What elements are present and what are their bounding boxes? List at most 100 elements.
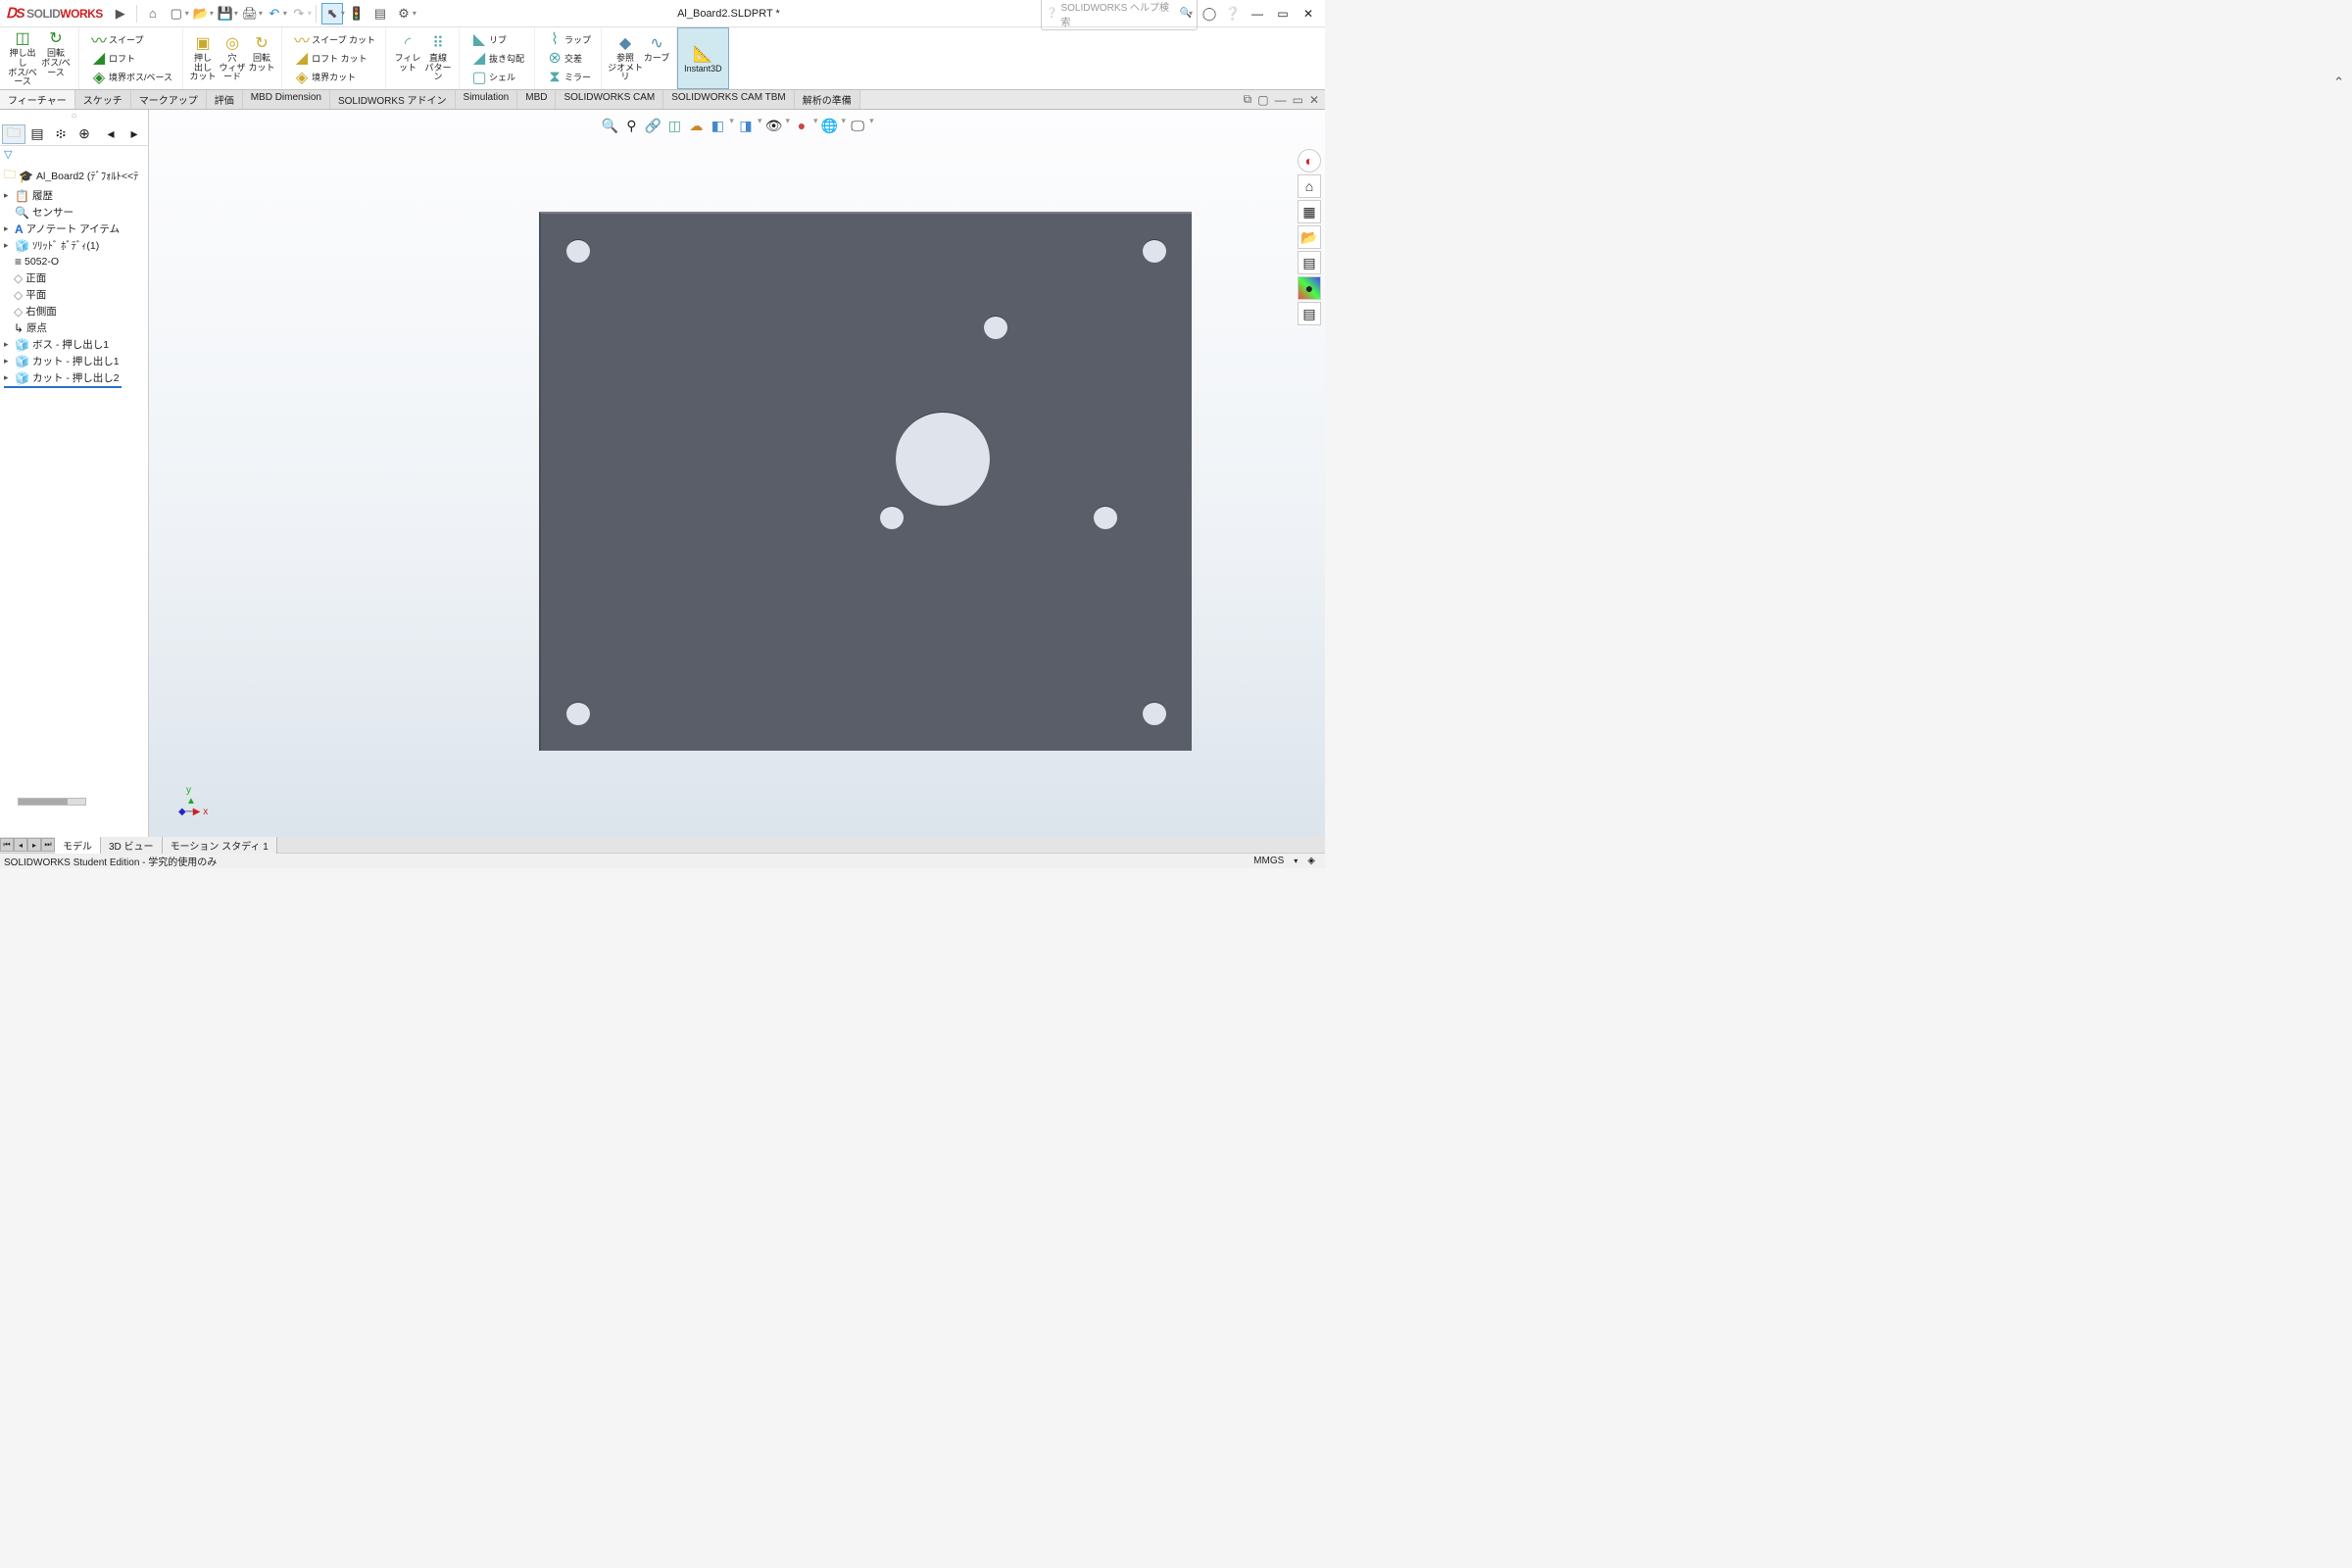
instant3d-button[interactable]: 📐Instant3D	[677, 27, 729, 89]
scene-icon[interactable]: 🌐	[820, 116, 840, 135]
sw-resources-icon[interactable]: ◐	[1298, 149, 1321, 172]
view-orient-icon[interactable]: ◧	[708, 116, 727, 135]
tab-mbd[interactable]: MBD	[517, 90, 556, 109]
tree-item[interactable]: ↳原点	[0, 319, 148, 336]
view-settings-icon[interactable]: 🖵	[848, 116, 867, 135]
panel-handle[interactable]: ○	[0, 110, 148, 122]
scrollbar-horizontal[interactable]	[18, 798, 86, 806]
pattern-button[interactable]: ⠿直線パターン	[423, 34, 453, 83]
revolve-boss-button[interactable]: ↻回転ボス/ベース	[39, 29, 73, 88]
tree-root[interactable]: 🗀 🎓 Al_Board2 (ﾃﾞﾌｫﾙﾄ<<ﾃ	[0, 165, 148, 187]
minimize-view-icon[interactable]: —	[1275, 93, 1287, 107]
tab-nav-next[interactable]: ▸	[27, 838, 41, 852]
rib-button[interactable]: ◣リブ	[467, 30, 526, 48]
new-icon[interactable]: ▢	[166, 3, 187, 24]
prev-view-icon[interactable]: 🔗	[643, 116, 662, 135]
tree-item[interactable]: ▸📋履歴	[0, 187, 148, 204]
wrap-button[interactable]: ⌇ラップ	[543, 30, 593, 48]
intersect-button[interactable]: ⊗交差	[543, 49, 593, 67]
extrude-boss-button[interactable]: ◫押し出しボス/ベース	[6, 29, 39, 88]
tree-item[interactable]: ▸🧊カット - 押し出し2	[0, 369, 148, 386]
tab-nav-last[interactable]: ⏭	[41, 838, 55, 852]
home-icon[interactable]: ⌂	[142, 3, 164, 24]
zoom-fit-icon[interactable]: 🔍	[600, 116, 619, 135]
appearance-icon[interactable]: ●	[792, 116, 811, 135]
tab-sw-cam-tbm[interactable]: SOLIDWORKS CAM TBM	[663, 90, 795, 109]
print-icon[interactable]: 🖨	[239, 3, 261, 24]
sweep-button[interactable]: 〰スイープ	[87, 30, 174, 48]
model-body[interactable]	[539, 212, 1192, 751]
section-view-icon[interactable]: ◫	[664, 116, 684, 135]
graphics-viewport[interactable]: 🔍 ⚲ 🔗 ◫ ☁ ◧ ▾ ◨ ▾ 👁 ▾ ● ▾ 🌐 ▾ 🖵 ▾ ◐ ⌂ ▦ …	[149, 110, 1325, 837]
tab-simulation[interactable]: Simulation	[456, 90, 518, 109]
tree-item[interactable]: 🔍センサー	[0, 204, 148, 220]
tree-item[interactable]: ▸🧊ボス - 押し出し1	[0, 336, 148, 353]
play-icon[interactable]: ▶	[110, 3, 131, 24]
tree-item[interactable]: ▸🧊カット - 押し出し1	[0, 353, 148, 369]
tab-markup[interactable]: マークアップ	[131, 90, 207, 109]
tree-item[interactable]: ▸🧊ｿﾘｯﾄﾞ ﾎﾞﾃﾞｨ(1)	[0, 237, 148, 254]
units-label[interactable]: MMGS	[1253, 856, 1284, 866]
model-hole[interactable]	[1094, 506, 1117, 529]
tab-mbd-dimension[interactable]: MBD Dimension	[243, 90, 330, 109]
custom-props-icon[interactable]: ▤	[1298, 302, 1321, 325]
bottom-tab-model[interactable]: モデル	[55, 836, 101, 854]
display-style-icon[interactable]: ◨	[736, 116, 756, 135]
home-task-icon[interactable]: ⌂	[1298, 174, 1321, 198]
shell-button[interactable]: ▢シェル	[467, 69, 526, 86]
config-tab[interactable]: ፨	[49, 124, 73, 144]
save-icon[interactable]: 💾	[215, 3, 236, 24]
tree-filter[interactable]: ▽	[0, 146, 148, 163]
bottom-tab-3dview[interactable]: 3D ビュー	[101, 837, 163, 854]
tab-evaluate[interactable]: 評価	[207, 90, 243, 109]
undo-icon[interactable]: ↶	[264, 3, 285, 24]
tab-nav-first[interactable]: ⏮	[0, 838, 14, 852]
boundary-button[interactable]: ◈境界ボス/ベース	[87, 69, 174, 86]
property-tab[interactable]: ▤	[25, 124, 49, 144]
tree-item[interactable]: ◇正面	[0, 270, 148, 286]
draft-button[interactable]: ◢抜き勾配	[467, 49, 526, 67]
loft-cut-button[interactable]: ◢ロフト カット	[290, 49, 377, 67]
dynamic-icon[interactable]: ☁	[686, 116, 706, 135]
redo-icon[interactable]: ↷	[288, 3, 310, 24]
restore-button[interactable]: ▭	[1270, 3, 1296, 24]
rollback-bar[interactable]	[4, 386, 122, 388]
close-view-icon[interactable]: ✕	[1309, 93, 1319, 107]
view-palette-icon[interactable]: ▤	[1298, 251, 1321, 274]
help-search-input[interactable]: ❔ SOLIDWORKS ヘルプ検索 🔍▾	[1041, 0, 1198, 30]
tab-features[interactable]: フィーチャー	[0, 90, 75, 109]
maximize-view-icon[interactable]: ▭	[1293, 93, 1303, 107]
popout-icon[interactable]: ⧉	[1244, 92, 1252, 107]
tab-nav-prev[interactable]: ◂	[14, 838, 27, 852]
tree-item[interactable]: ≡5052-O	[0, 254, 148, 270]
sweep-cut-button[interactable]: 〰スイープ カット	[290, 30, 377, 48]
fillet-button[interactable]: ◜フィレット	[392, 34, 423, 83]
model-hole[interactable]	[1143, 239, 1166, 263]
revolve-cut-button[interactable]: ↻回転カット	[248, 34, 275, 83]
minimize-button[interactable]: —	[1245, 3, 1270, 24]
model-hole[interactable]	[896, 412, 990, 506]
tab-nav-right[interactable]: ▸	[122, 124, 146, 144]
model-hole[interactable]	[566, 239, 590, 263]
model-hole[interactable]	[880, 506, 904, 529]
options-icon[interactable]: ▤	[369, 3, 391, 24]
view-triad[interactable]: y▲ ◆─▶ x	[178, 785, 208, 817]
bottom-tab-motion[interactable]: モーション スタディ 1	[163, 837, 277, 854]
file-explorer-icon[interactable]: 📂	[1298, 225, 1321, 249]
ref-geom-button[interactable]: ◆参照ジオメトリ	[608, 34, 643, 83]
help-icon[interactable]: ❔	[1222, 3, 1244, 24]
close-button[interactable]: ✕	[1296, 3, 1321, 24]
model-hole[interactable]	[1143, 702, 1166, 725]
loft-button[interactable]: ◢ロフト	[87, 49, 174, 67]
zoom-area-icon[interactable]: ⚲	[621, 116, 641, 135]
design-lib-icon[interactable]: ▦	[1298, 200, 1321, 223]
mirror-button[interactable]: ⧗ミラー	[543, 69, 593, 86]
tree-item[interactable]: ◇平面	[0, 286, 148, 303]
appearances-icon[interactable]: ●	[1298, 276, 1321, 300]
dimxpert-tab[interactable]: ⊕	[73, 124, 96, 144]
view-window-icon[interactable]: ▢	[1257, 93, 1268, 107]
traffic-icon[interactable]: 🚦	[346, 3, 368, 24]
select-icon[interactable]: ⬉	[321, 3, 343, 24]
hole-wizard-button[interactable]: ◎穴ウィザード	[217, 34, 248, 83]
tree-item[interactable]: ◇右側面	[0, 303, 148, 319]
